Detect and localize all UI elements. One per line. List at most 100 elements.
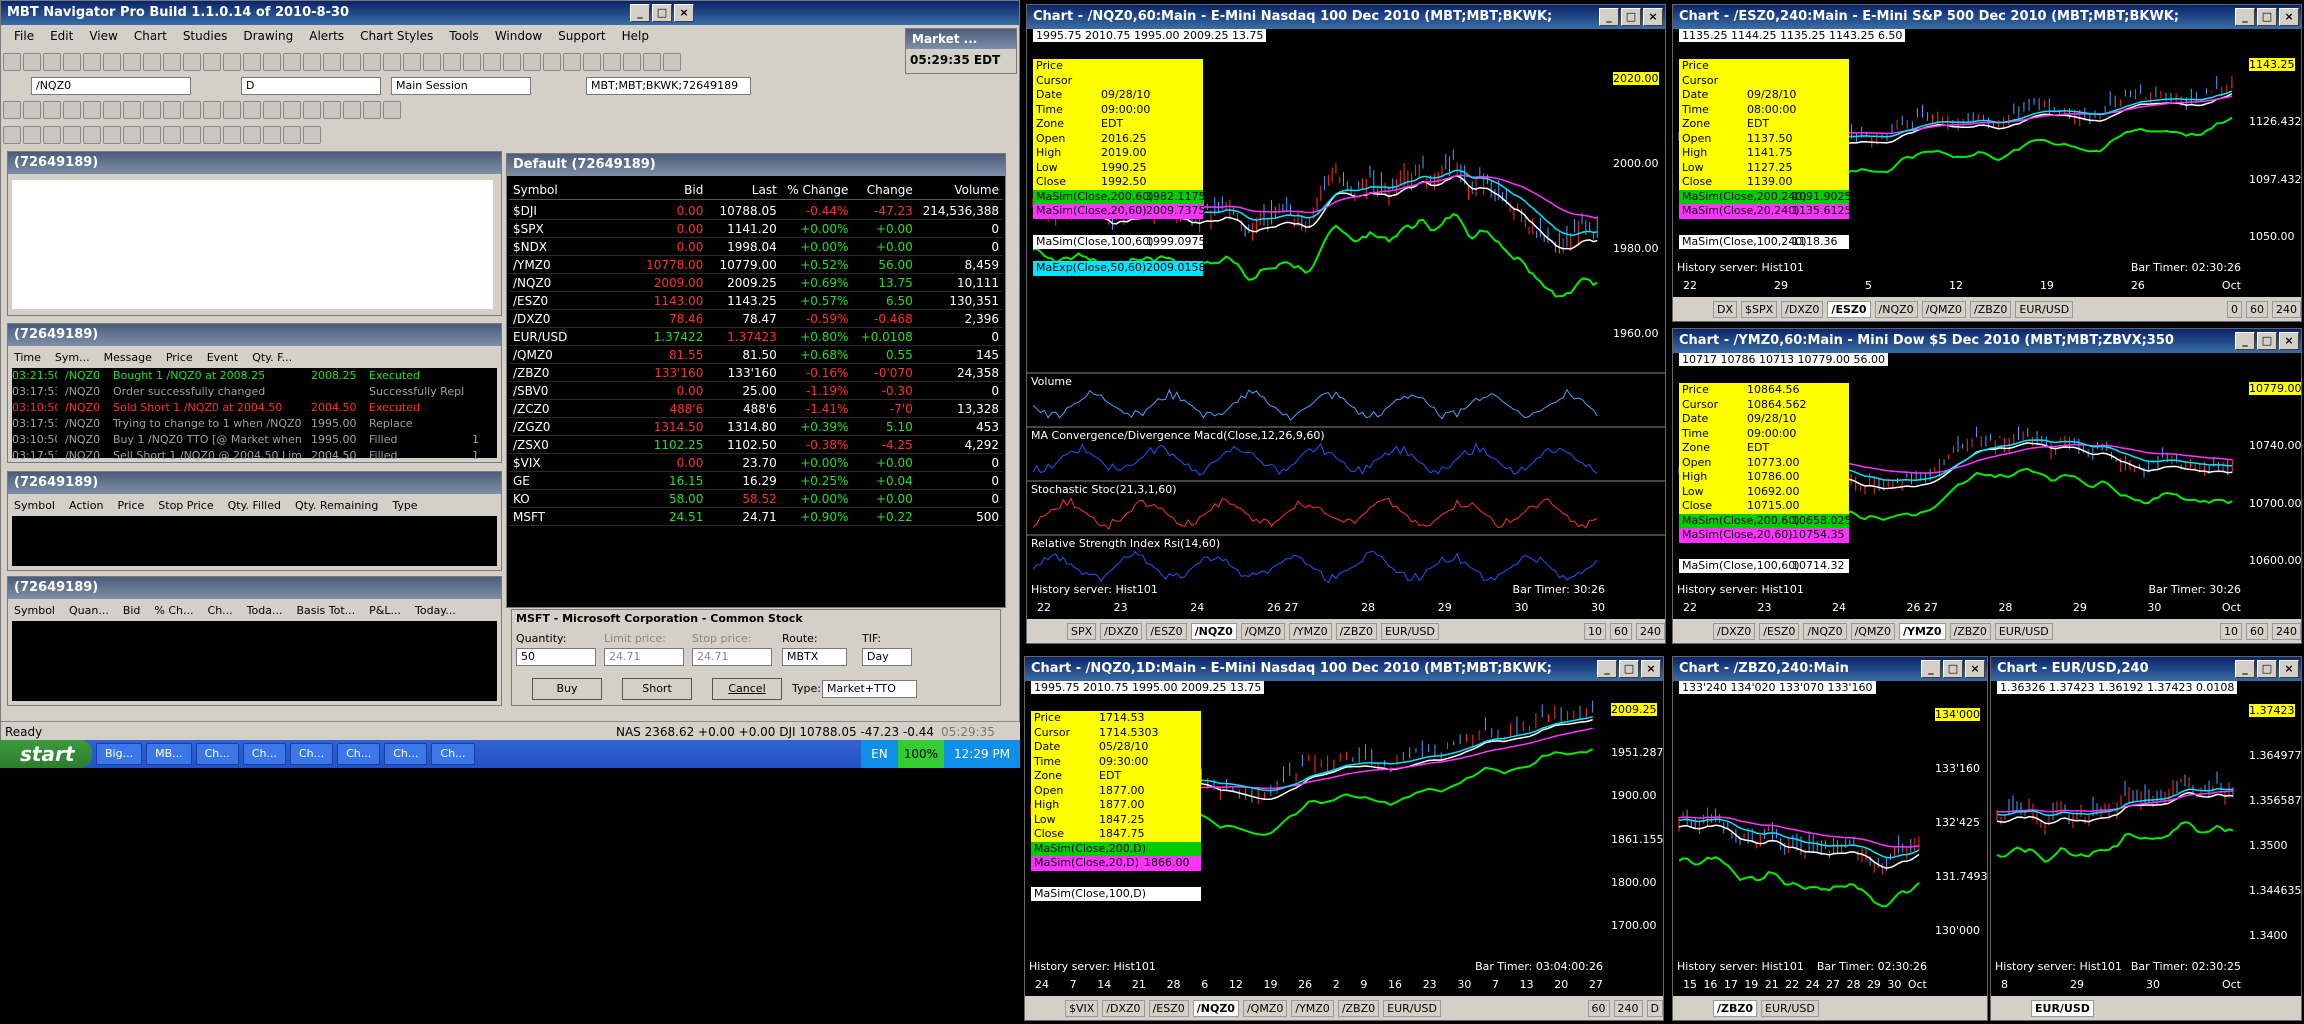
quantity-input[interactable]: 50 (516, 648, 596, 666)
positions-col-header[interactable]: Bid (123, 601, 141, 621)
watchlist-col-header[interactable]: Change (851, 180, 915, 199)
toolbar-tool-icon[interactable] (463, 53, 481, 71)
positions-col-header[interactable]: P&L... (369, 601, 401, 621)
toolbar-tool-icon[interactable] (663, 53, 681, 71)
menu-view[interactable]: View (82, 29, 124, 43)
taskbar-task[interactable]: Ch... (384, 743, 428, 765)
exec-col-header[interactable]: Event (207, 348, 239, 368)
language-indicator[interactable]: EN (871, 740, 888, 768)
symbol-tab[interactable]: /QMZ0 (1850, 622, 1895, 640)
toolbar-tool-icon[interactable] (83, 101, 101, 119)
toolbar-tool-icon[interactable] (283, 101, 301, 119)
toolbar-tool-icon[interactable] (83, 53, 101, 71)
toolbar-tool-icon[interactable] (303, 101, 321, 119)
watchlist-row[interactable]: $VIX 0.00 23.70 +0.00% +0.00 0 (509, 454, 1003, 472)
close-icon[interactable]: × (2279, 332, 2299, 350)
tif-select[interactable]: Day (862, 648, 912, 666)
watchlist-row[interactable]: /YMZ0 10778.00 10779.00 +0.52% 56.00 8,459 (509, 256, 1003, 274)
interval-tab[interactable]: 60 (1610, 622, 1632, 640)
interval-tab[interactable]: 10 (2220, 622, 2242, 640)
minimize-icon[interactable]: _ (1921, 660, 1941, 678)
watchlist-col-header[interactable]: Symbol (509, 180, 624, 199)
toolbar-tool-icon[interactable] (383, 53, 401, 71)
toolbar-tool-icon[interactable] (63, 101, 81, 119)
watchlist-col-header[interactable]: Last (706, 180, 779, 199)
toolbar-tool-icon[interactable] (583, 53, 601, 71)
symbol-tab[interactable]: /ESZ0 (1827, 300, 1871, 318)
close-icon[interactable]: × (2279, 8, 2299, 26)
symbol-tab[interactable]: /DXZ0 (1781, 300, 1824, 318)
watchlist-col-header[interactable]: % Change (780, 180, 852, 199)
positions-col-header[interactable]: Basis Tot... (296, 601, 355, 621)
symbol-tab[interactable]: EUR/USD (1994, 622, 2053, 640)
watchlist-row[interactable]: /ZCZ0 488'6 488'6 -1.41% -7'0 13,328 (509, 400, 1003, 418)
exec-row[interactable]: 03:17:53/NQZ0 Trying to change to 1 when … (12, 416, 497, 432)
interval-tab[interactable]: 60 (2246, 622, 2268, 640)
taskbar-task[interactable]: Ch... (337, 743, 381, 765)
chart-plot-area[interactable]: 1135.25 1144.25 1135.25 1143.25 6.50 Pric… (1673, 29, 2301, 297)
toolbar-tool-icon[interactable] (143, 53, 161, 71)
route-select-order[interactable]: MBTX (782, 648, 847, 666)
interval-tab[interactable]: 240 (2272, 300, 2301, 318)
symbol-tab[interactable]: /ZBZ0 (1335, 622, 1377, 640)
menu-file[interactable]: File (7, 29, 41, 43)
toolbar-tool-icon[interactable] (543, 53, 561, 71)
limit-price-input[interactable]: 24.71 (604, 648, 684, 666)
positions-col-header[interactable]: Symbol (14, 601, 55, 621)
symbol-tab[interactable]: /QMZ0 (1240, 622, 1286, 640)
symbol-tab[interactable]: /ZBZ0 (1713, 999, 1758, 1017)
symbol-tab[interactable]: /DXZ0 (1713, 622, 1756, 640)
start-button[interactable]: start (0, 740, 92, 768)
toolbar-tool-icon[interactable] (183, 53, 201, 71)
toolbar-tool-icon[interactable] (483, 53, 501, 71)
toolbar-tool-icon[interactable] (623, 53, 641, 71)
symbol-tab[interactable]: /NQZ0 (1874, 300, 1918, 318)
toolbar-tool-icon[interactable] (3, 53, 21, 71)
chart-plot-area[interactable]: 1995.75 2010.75 1995.00 2009.25 13.75 Pri… (1025, 681, 1663, 996)
symbol-tab[interactable]: /NQZ0 (1803, 622, 1847, 640)
toolbar-tool-icon[interactable] (163, 101, 181, 119)
toolbar-tool-icon[interactable] (503, 53, 521, 71)
toolbar-tool-icon[interactable] (163, 126, 181, 144)
taskbar-task[interactable]: Ch... (289, 743, 334, 765)
type-select[interactable]: Market+TTO (822, 680, 917, 698)
short-button[interactable]: Short (622, 678, 692, 700)
watchlist-row[interactable]: /SBV0 0.00 25.00 -1.19% -0.30 0 (509, 382, 1003, 400)
close-icon[interactable]: × (1965, 660, 1985, 678)
toolbar-tool-icon[interactable] (163, 53, 181, 71)
orders-col-header[interactable]: Qty. Filled (228, 496, 281, 516)
route-select[interactable]: MBT;MBT;BKWK;72649189 (586, 77, 751, 95)
toolbar-tool-icon[interactable] (243, 126, 261, 144)
orders-col-header[interactable]: Type (392, 496, 417, 516)
maximize-icon[interactable]: □ (2257, 332, 2277, 350)
toolbar-tool-icon[interactable] (143, 126, 161, 144)
exec-col-header[interactable]: Qty. F... (252, 348, 292, 368)
interval-tab[interactable]: 60 (1587, 999, 1610, 1017)
watchlist-row[interactable]: GE 16.15 16.29 +0.25% +0.04 0 (509, 472, 1003, 490)
toolbar-tool-icon[interactable] (383, 101, 401, 119)
watchlist-row[interactable]: /ESZ0 1143.00 1143.25 +0.57% 6.50 130,351 (509, 292, 1003, 310)
watchlist-row[interactable]: /NQZ0 2009.00 2009.25 +0.69% 13.75 10,111 (509, 274, 1003, 292)
symbol-tab[interactable]: /QMZ0 (1242, 999, 1288, 1017)
toolbar-tool-icon[interactable] (203, 101, 221, 119)
interval-tab[interactable]: 60 (2246, 300, 2268, 318)
symbol-tab[interactable]: $SPX (1741, 300, 1778, 318)
toolbar-tool-icon[interactable] (43, 126, 61, 144)
symbol-tab[interactable]: EUR/USD (2031, 999, 2094, 1017)
interval-tab[interactable]: 240 (1613, 999, 1643, 1017)
symbol-tab[interactable]: /ESZ0 (1148, 999, 1189, 1017)
toolbar-tool-icon[interactable] (223, 126, 241, 144)
menu-tools[interactable]: Tools (442, 29, 486, 43)
chart-es-240[interactable]: Chart - /ESZ0,240:Main - E-Mini S&P 500 … (1672, 4, 2302, 322)
symbol-tab[interactable]: EUR/USD (1380, 622, 1439, 640)
taskbar-task[interactable]: Ch... (195, 743, 239, 765)
menu-chart[interactable]: Chart (127, 29, 174, 43)
toolbar-tool-icon[interactable] (303, 53, 321, 71)
symbol-tab[interactable]: EUR/USD (1761, 999, 1819, 1017)
chart-plot-area[interactable]: 10717 10786 10713 10779.00 56.00 Price 108… (1673, 353, 2301, 619)
toolbar-tool-icon[interactable] (343, 53, 361, 71)
watchlist-row[interactable]: /QMZ0 81.55 81.50 +0.68% 0.55 145 (509, 346, 1003, 364)
menu-drawing[interactable]: Drawing (236, 29, 300, 43)
toolbar-tool-icon[interactable] (43, 53, 61, 71)
minimize-icon[interactable]: _ (1599, 8, 1619, 26)
